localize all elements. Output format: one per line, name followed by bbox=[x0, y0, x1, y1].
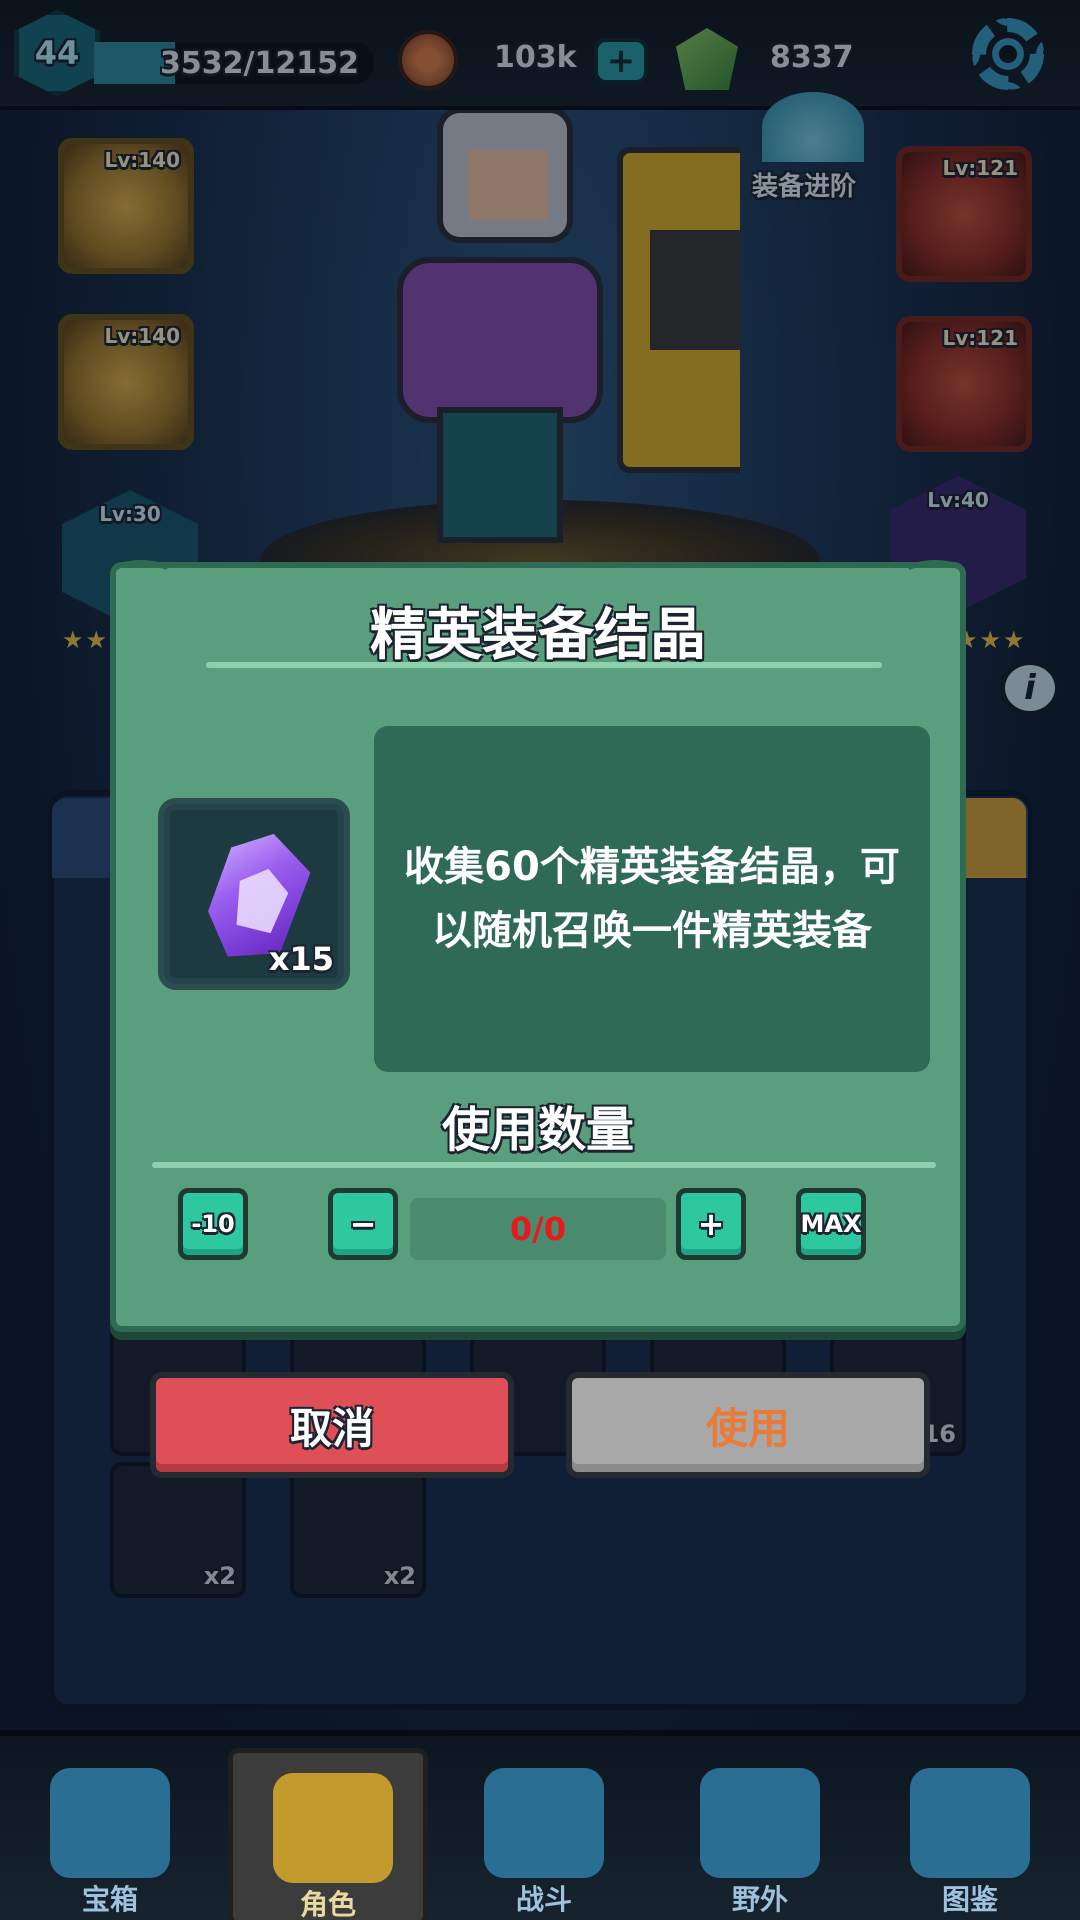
tab-field[interactable]: 野外 bbox=[660, 1748, 860, 1920]
description-box: 收集60个精英装备结晶，可以随机召唤一件精英装备 bbox=[374, 726, 930, 1072]
item-description: 收集60个精英装备结晶，可以随机召唤一件精英装备 bbox=[404, 844, 900, 954]
max-button[interactable]: MAX bbox=[796, 1188, 866, 1260]
dialog-title: 精英装备结晶 bbox=[370, 603, 706, 668]
corner-curl bbox=[900, 560, 970, 592]
minus-10-button[interactable]: -10 bbox=[178, 1188, 248, 1260]
quantity-divider bbox=[152, 1162, 936, 1168]
crossed-swords-icon bbox=[484, 1768, 604, 1878]
tab-label: 角色 bbox=[299, 1888, 356, 1920]
title-divider bbox=[206, 662, 882, 668]
item-icon-frame: x15 bbox=[158, 798, 350, 990]
tab-label: 野外 bbox=[731, 1883, 788, 1916]
tab-battle[interactable]: 战斗 bbox=[444, 1748, 644, 1920]
castle-icon bbox=[700, 1768, 820, 1878]
minus-button[interactable]: − bbox=[328, 1188, 398, 1260]
tab-label: 宝箱 bbox=[81, 1883, 138, 1916]
chest-icon bbox=[50, 1768, 170, 1878]
helmet-icon bbox=[273, 1773, 393, 1883]
cancel-button[interactable]: 取消 bbox=[150, 1372, 514, 1478]
item-use-dialog: 精英装备结晶 x15 收集60个精英装备结晶，可以随机召唤一件精英装备 使用数量… bbox=[106, 560, 970, 1332]
item-count: x15 bbox=[268, 940, 334, 978]
tab-character[interactable]: 角色 bbox=[228, 1748, 428, 1920]
tab-chest[interactable]: 宝箱 bbox=[10, 1748, 210, 1920]
book-icon bbox=[910, 1768, 1030, 1878]
plus-button[interactable]: + bbox=[676, 1188, 746, 1260]
corner-curl bbox=[106, 560, 176, 592]
use-button[interactable]: 使用 bbox=[566, 1372, 930, 1478]
quantity-label: 使用数量 bbox=[441, 1102, 634, 1158]
tab-label: 图鉴 bbox=[941, 1883, 998, 1916]
bottom-nav: 宝箱 角色 战斗 野外 图鉴 bbox=[0, 1730, 1080, 1920]
quantity-value: 0/0 bbox=[410, 1198, 666, 1260]
tab-collection[interactable]: 图鉴 bbox=[870, 1748, 1070, 1920]
tab-label: 战斗 bbox=[515, 1883, 572, 1916]
